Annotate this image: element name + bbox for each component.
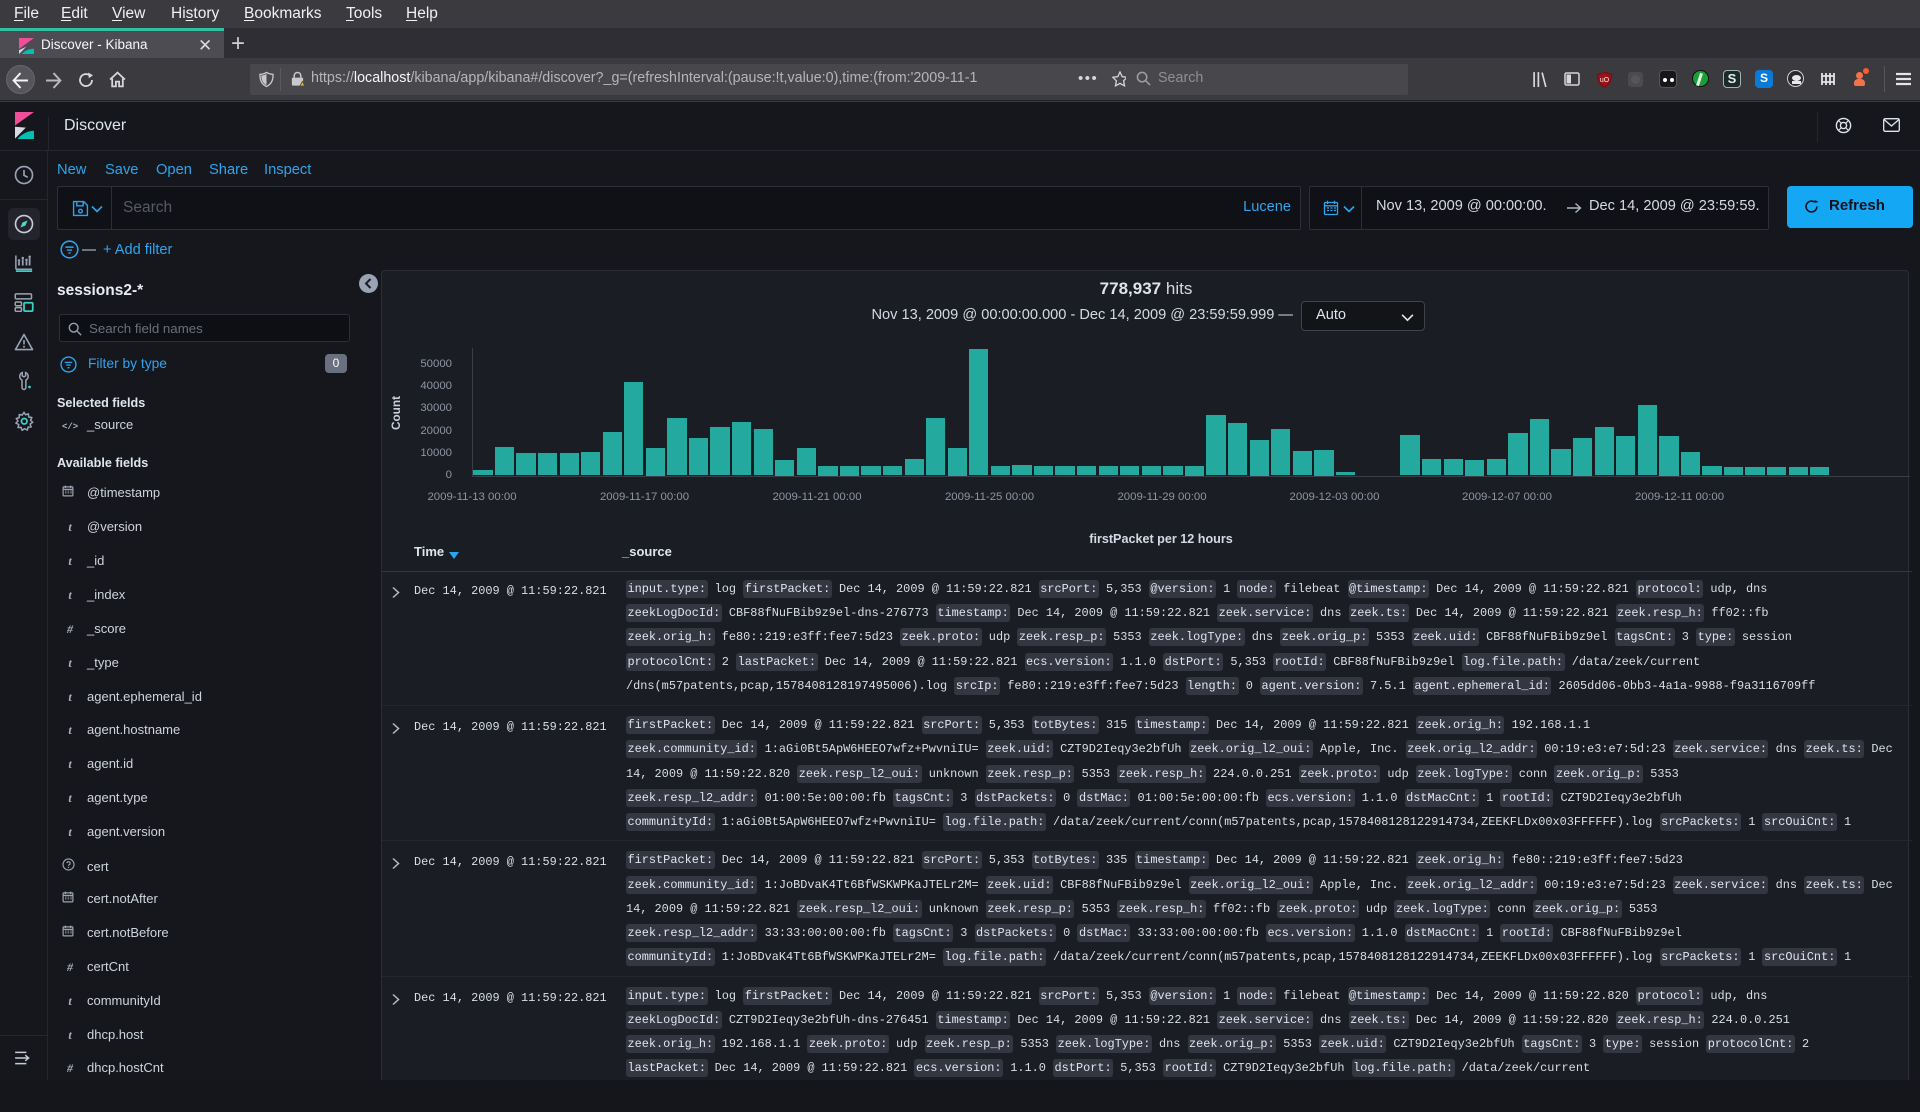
- svg-text:uO: uO: [1600, 77, 1610, 84]
